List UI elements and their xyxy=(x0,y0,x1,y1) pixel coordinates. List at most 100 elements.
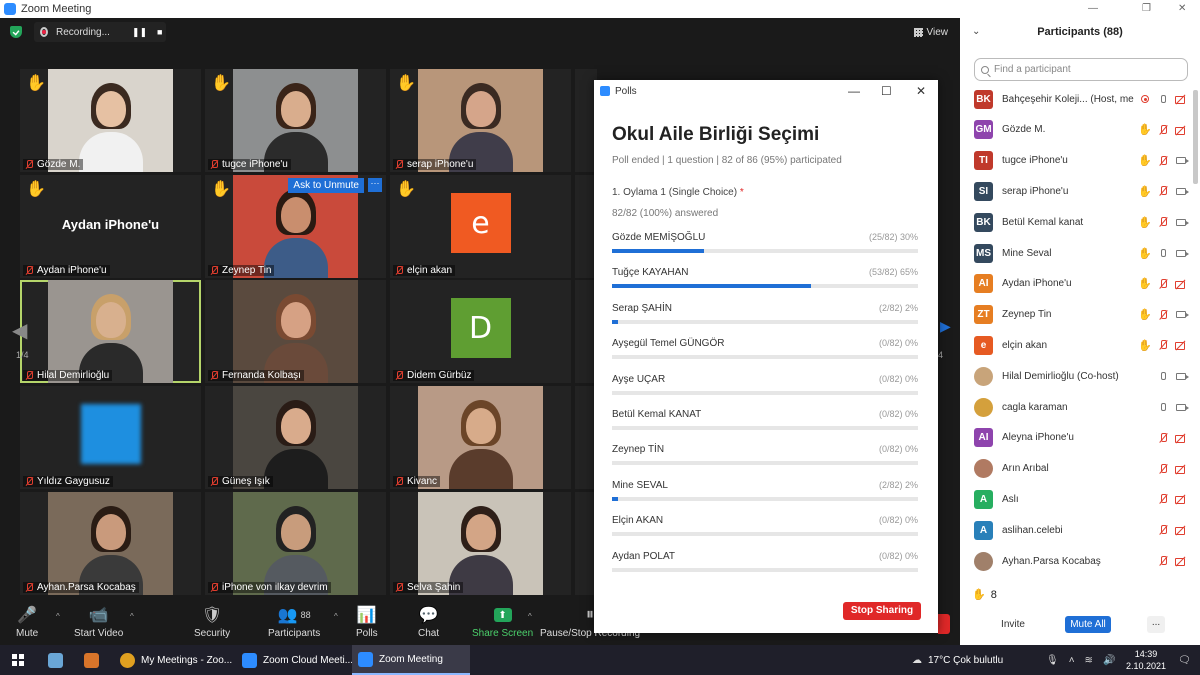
participant-row[interactable]: cagla karaman xyxy=(974,396,1189,418)
video-tile[interactable]: Ayhan.Parsa Kocabaş xyxy=(20,492,201,595)
taskbar-window-button[interactable]: Zoom Cloud Meeti... xyxy=(236,645,359,675)
toolbar-participantsbutton[interactable]: 👥 88 Participants xyxy=(268,606,320,639)
view-button[interactable]: View xyxy=(913,27,948,38)
camera-icon[interactable] xyxy=(1174,309,1189,321)
muted-mic-icon[interactable] xyxy=(1156,216,1170,228)
camera-icon[interactable] xyxy=(1174,401,1189,413)
muted-mic-icon[interactable] xyxy=(1156,185,1170,197)
prev-page-arrow-icon[interactable]: ◀ xyxy=(12,318,27,343)
video-tile[interactable]: Hilal Demirlioğlu xyxy=(20,280,201,383)
microphone-icon[interactable] xyxy=(1156,401,1170,413)
panel-restore-icon[interactable]: ❐ xyxy=(1142,3,1151,14)
muted-mic-icon[interactable] xyxy=(1156,493,1170,505)
participant-row[interactable]: e elçin akan ✋ xyxy=(974,334,1188,356)
encryption-shield-icon[interactable] xyxy=(10,26,22,38)
video-tile[interactable]: ✋ Gözde M. xyxy=(20,69,201,172)
muted-mic-icon[interactable] xyxy=(1156,463,1170,475)
camera-icon[interactable] xyxy=(1174,247,1189,259)
video-tile[interactable]: iPhone von ilkay devrim xyxy=(205,492,386,595)
tile-more-icon[interactable]: ··· xyxy=(368,178,382,192)
weather-widget[interactable]: ☁ 17°C Çok bulutlu xyxy=(906,645,1009,675)
taskbar-pinned-app[interactable] xyxy=(42,645,69,675)
participant-row[interactable]: AI Aleyna iPhone'u xyxy=(974,427,1188,449)
participant-row[interactable]: SI serap iPhone'u ✋ xyxy=(974,180,1189,202)
muted-mic-icon[interactable] xyxy=(1156,309,1170,321)
camera-icon[interactable] xyxy=(1174,370,1189,382)
participant-row[interactable]: ZT Zeynep Tin ✋ xyxy=(974,304,1189,326)
volume-icon[interactable]: 🔊 xyxy=(1103,655,1115,666)
participant-row[interactable]: BK Bahçeşehir Koleji... (Host, me) xyxy=(974,88,1188,110)
start-button[interactable] xyxy=(6,645,30,675)
toolbar-pollsbutton[interactable]: 📊 Polls xyxy=(356,606,378,639)
muted-mic-icon[interactable] xyxy=(1156,155,1170,167)
toolbar-share-screenbutton[interactable]: ⬆ Share Screen xyxy=(472,606,533,639)
camera-off-icon[interactable] xyxy=(1174,555,1188,567)
muted-mic-icon[interactable] xyxy=(1156,278,1170,290)
video-options-caret-icon[interactable]: ^ xyxy=(130,612,134,621)
participant-row[interactable]: A Aslı xyxy=(974,488,1188,510)
video-tile[interactable]: ✋ serap iPhone'u xyxy=(390,69,571,172)
camera-off-icon[interactable] xyxy=(1174,432,1188,444)
notification-center[interactable]: 🗨 xyxy=(1172,645,1197,675)
toolbar-start-videobutton[interactable]: 📹 Start Video xyxy=(74,606,123,639)
close-icon[interactable]: ✕ xyxy=(916,84,926,98)
muted-mic-icon[interactable] xyxy=(1156,124,1170,136)
ask-to-unmute-button[interactable]: Ask to Unmute xyxy=(288,178,364,193)
participant-row[interactable]: Ayhan.Parsa Kocabaş xyxy=(974,550,1188,572)
microphone-icon[interactable] xyxy=(1156,247,1170,259)
network-icon[interactable]: ≋ xyxy=(1085,655,1093,666)
participant-row[interactable]: MS Mine Seval ✋ xyxy=(974,242,1189,264)
muted-mic-icon[interactable] xyxy=(1156,339,1170,351)
maximize-icon[interactable]: ☐ xyxy=(881,84,892,98)
stop-recording-icon[interactable]: ■ xyxy=(157,27,162,37)
minimize-icon[interactable]: — xyxy=(848,84,860,98)
more-options-button[interactable]: ... xyxy=(1147,616,1165,633)
next-page-arrow-icon[interactable]: ▶ xyxy=(940,318,951,335)
panel-minimize-icon[interactable]: — xyxy=(1088,3,1098,14)
camera-off-icon[interactable] xyxy=(1174,493,1188,505)
muted-mic-icon[interactable] xyxy=(1156,555,1170,567)
invite-button[interactable]: Invite xyxy=(988,616,1038,633)
end-button-edge[interactable] xyxy=(938,614,950,634)
microphone-icon[interactable] xyxy=(1156,93,1170,105)
toolbar-mutebutton[interactable]: 🎤 Mute xyxy=(16,606,38,639)
participants-caret-icon[interactable]: ^ xyxy=(334,612,338,621)
video-tile[interactable]: ✋ tugce iPhone'u xyxy=(205,69,386,172)
microphone-icon[interactable] xyxy=(1156,370,1170,382)
camera-icon[interactable] xyxy=(1174,185,1189,197)
tray-up-arrow-icon[interactable]: ˄ xyxy=(1069,655,1075,666)
camera-off-icon[interactable] xyxy=(1174,278,1188,290)
pause-recording-icon[interactable]: ❚❚ xyxy=(132,27,147,38)
camera-icon[interactable] xyxy=(1174,155,1189,167)
muted-mic-icon[interactable] xyxy=(1156,432,1170,444)
video-tile[interactable]: ✋ Ask to Unmute ··· Zeynep Tin xyxy=(205,175,386,278)
share-options-caret-icon[interactable]: ^ xyxy=(528,612,532,621)
participant-list-scrollbar[interactable] xyxy=(1193,90,1198,184)
taskbar-media-app[interactable] xyxy=(78,645,105,675)
participant-row[interactable]: AI Aydan iPhone'u ✋ xyxy=(974,273,1188,295)
taskbar-window-button[interactable]: Zoom Meeting xyxy=(352,645,470,675)
toolbar-chatbutton[interactable]: 💬 Chat xyxy=(418,606,439,639)
taskbar-window-button[interactable]: My Meetings - Zoo... xyxy=(114,645,238,675)
participant-row[interactable]: Hilal Demirlioğlu (Co-host) xyxy=(974,365,1189,387)
video-tile[interactable]: Aydan iPhone'u ✋ Aydan iPhone'u xyxy=(20,175,201,278)
search-participant-input[interactable]: Find a participant xyxy=(974,58,1188,81)
camera-off-icon[interactable] xyxy=(1174,93,1188,105)
video-tile[interactable]: Selva Şahin xyxy=(390,492,571,595)
video-tile[interactable]: Fernanda Kolbaşı xyxy=(205,280,386,383)
camera-off-icon[interactable] xyxy=(1174,339,1188,351)
stop-sharing-button[interactable]: Stop Sharing xyxy=(843,602,921,620)
camera-icon[interactable] xyxy=(1174,216,1189,228)
video-tile[interactable]: e ✋ elçin akan xyxy=(390,175,571,278)
toolbar-securitybutton[interactable]: 🛡 Security xyxy=(194,606,230,639)
participant-row[interactable]: Arın Arıbal xyxy=(974,458,1188,480)
participant-row[interactable]: GM Gözde M. ✋ xyxy=(974,119,1188,141)
participant-row[interactable]: TI tugce iPhone'u ✋ xyxy=(974,150,1189,172)
camera-off-icon[interactable] xyxy=(1174,463,1188,475)
taskbar-clock[interactable]: 14:39 2.10.2021 xyxy=(1126,648,1166,672)
camera-off-icon[interactable] xyxy=(1174,124,1188,136)
participant-row[interactable]: BK Betül Kemal kanat ✋ xyxy=(974,211,1189,233)
video-tile[interactable]: Güneş Işık xyxy=(205,386,386,489)
video-tile[interactable]: Kivanc xyxy=(390,386,571,489)
panel-close-icon[interactable]: ✕ xyxy=(1178,3,1186,14)
